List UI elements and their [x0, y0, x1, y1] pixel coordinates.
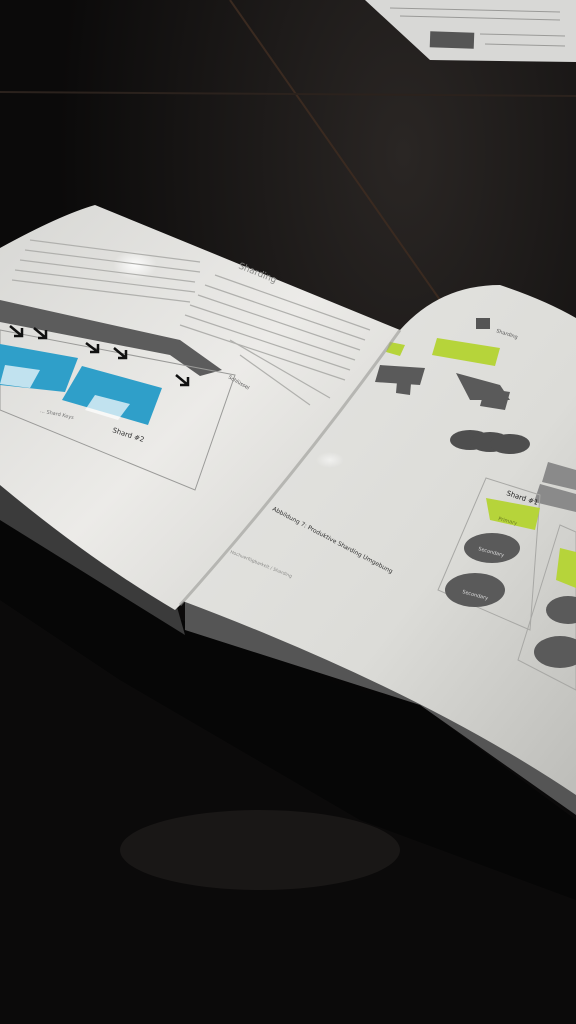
table-reflection: [120, 810, 400, 890]
photo-scene: Sharding Shard #2 ... Shard Keys Schlüss…: [0, 0, 576, 1024]
secondary-node-1: [464, 533, 520, 563]
secondary-node-2: [445, 573, 505, 607]
background-paper-figure: [429, 31, 475, 49]
right-top-node: [476, 318, 490, 329]
light-reflection: [113, 250, 157, 280]
right-page-reflection: [316, 452, 344, 468]
